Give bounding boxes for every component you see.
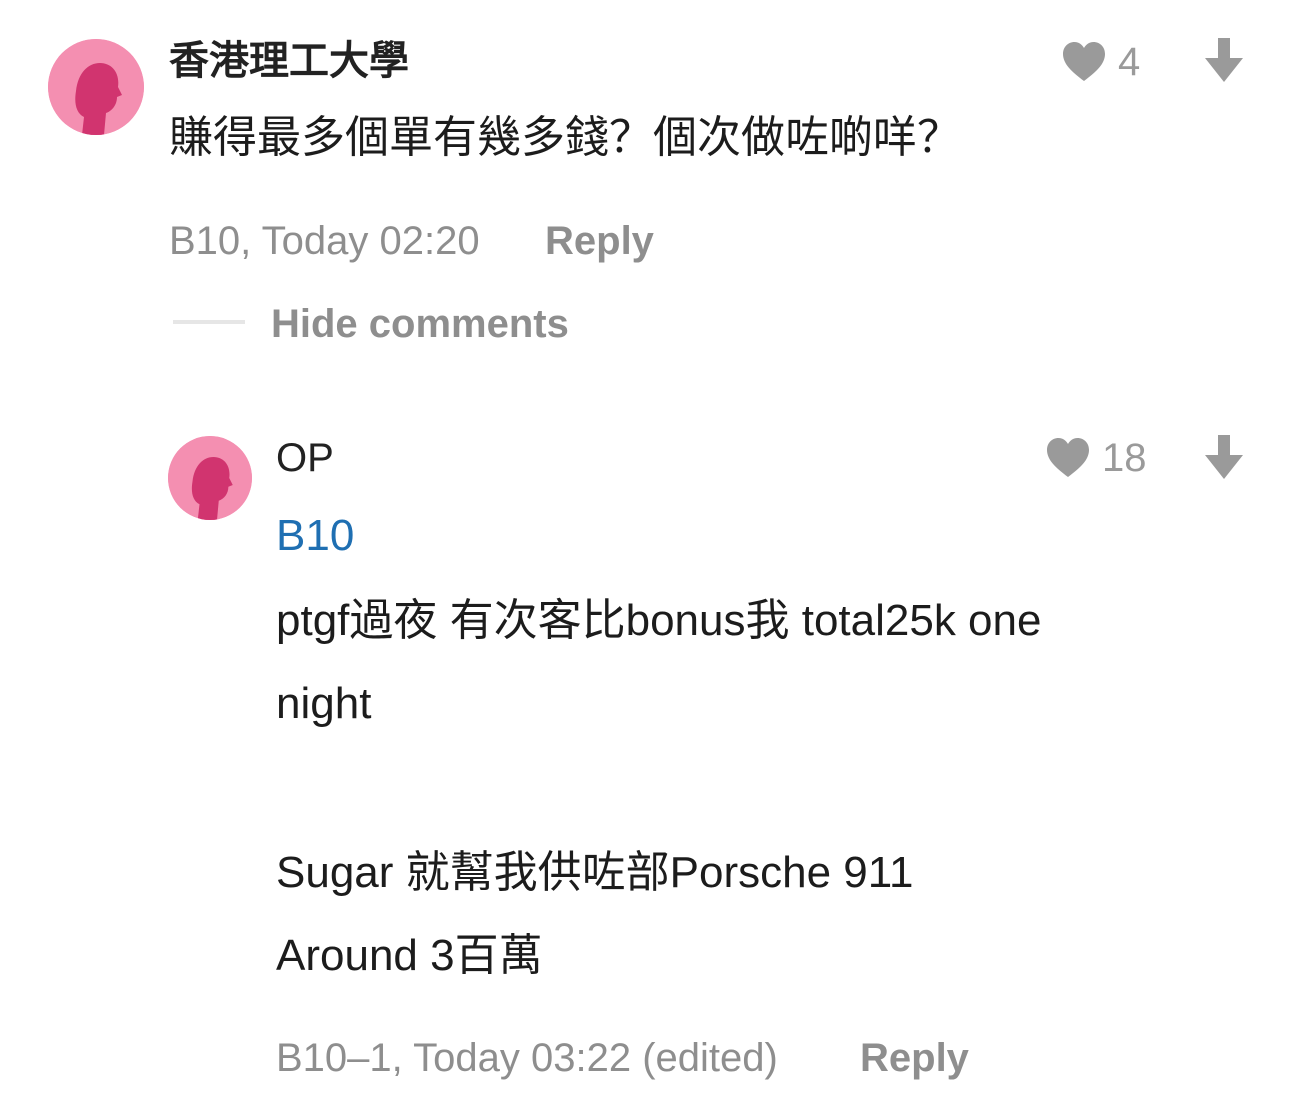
comment-meta: B10, Today 02:20 <box>169 219 480 263</box>
avatar[interactable] <box>48 39 144 135</box>
reply-text-line: night <box>276 679 372 728</box>
reply-author[interactable]: OP <box>276 433 334 483</box>
user-silhouette-icon <box>48 39 144 135</box>
reply-text-line: Around 3百萬 <box>276 931 543 980</box>
reply-button[interactable]: Reply <box>545 216 654 266</box>
user-silhouette-icon <box>168 436 252 520</box>
heart-icon <box>1047 438 1089 477</box>
thread-divider <box>173 320 245 324</box>
arrow-down-icon[interactable] <box>1205 38 1243 82</box>
comment-author[interactable]: 香港理工大學 <box>169 36 409 86</box>
like-button[interactable]: 4 <box>1060 38 1160 86</box>
quote-reference-link[interactable]: B10 <box>276 508 354 564</box>
reply-button[interactable]: Reply <box>860 1033 969 1083</box>
like-count: 18 <box>1102 436 1147 480</box>
comment-text: 賺得最多個單有幾多錢？個次做咗啲咩？ <box>169 113 961 162</box>
arrow-down-icon[interactable] <box>1205 435 1243 479</box>
like-count: 4 <box>1118 40 1141 84</box>
hide-comments-toggle[interactable]: Hide comments <box>271 299 569 349</box>
reply-text-line: ptgf過夜 有次客比bonus我 total25k one <box>276 596 1042 645</box>
reply-meta: B10–1, Today 03:22 (edited) <box>276 1036 778 1080</box>
like-button[interactable]: 18 <box>1044 434 1154 482</box>
avatar[interactable] <box>168 436 252 520</box>
reply-text-line: Sugar 就幫我供咗部Porsche 911 <box>276 848 914 897</box>
heart-icon <box>1063 42 1105 81</box>
